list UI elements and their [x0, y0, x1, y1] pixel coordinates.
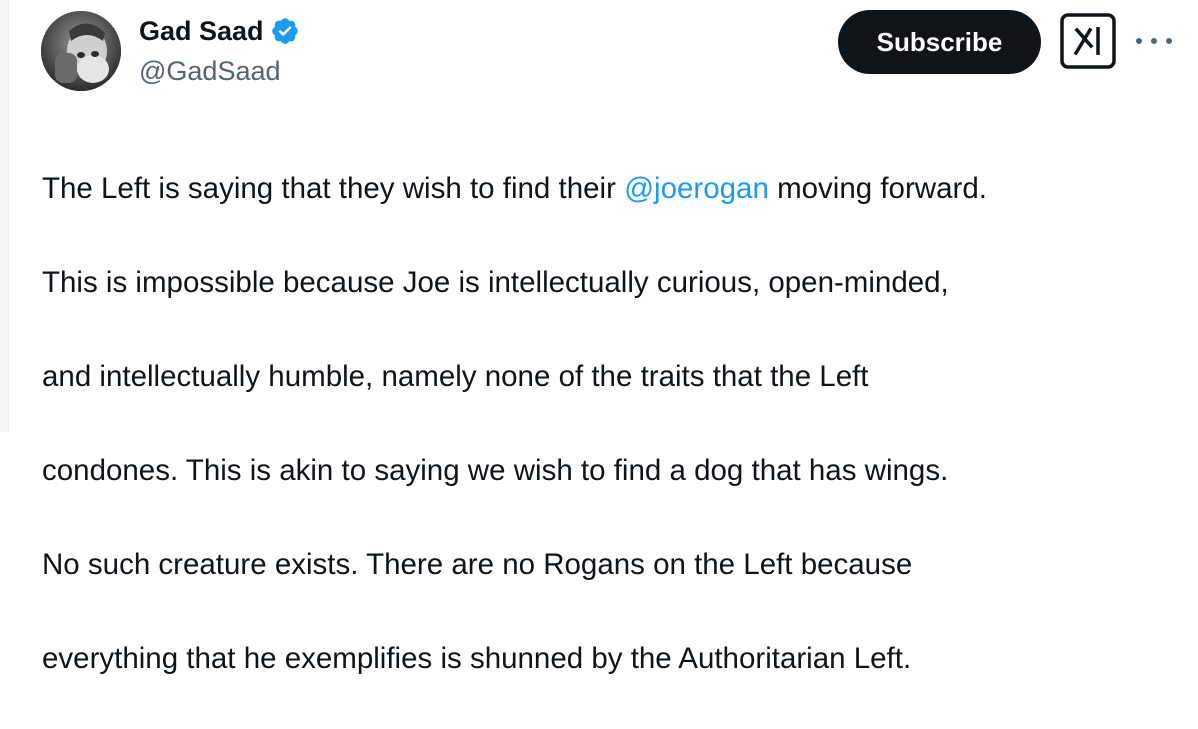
tweet-line-5: No such creature exists. There are no Ro…	[42, 548, 913, 581]
author-handle[interactable]: @GadSaad	[139, 53, 281, 89]
tweet-body: The Left is saying that they wish to fin…	[42, 118, 1182, 729]
timeline-edge	[0, 0, 9, 432]
tweet-line-2: This is impossible because Joe is intell…	[42, 266, 949, 299]
more-dots-icon[interactable]	[1136, 26, 1172, 56]
grok-icon[interactable]	[1060, 13, 1116, 69]
subscribe-button[interactable]: Subscribe	[838, 10, 1041, 74]
author-name-row[interactable]: Gad Saad	[139, 13, 300, 49]
mention-link[interactable]: @joerogan	[624, 172, 769, 205]
tweet-text-segment: The Left is saying that they wish to fin…	[42, 172, 625, 205]
tweet-line-3: and intellectually humble, namely none o…	[42, 360, 869, 393]
dot	[1136, 38, 1142, 44]
dot	[1166, 38, 1172, 44]
avatar[interactable]	[41, 11, 121, 91]
author-display-name[interactable]: Gad Saad	[139, 13, 264, 49]
tweet-line-1: The Left is saying that they wish to fin…	[42, 165, 1182, 212]
tweet-line-4: condones. This is akin to saying we wish…	[42, 454, 949, 487]
tweet-text-segment: moving forward.	[768, 172, 987, 205]
dot	[1151, 38, 1157, 44]
tweet-line-6: everything that he exemplifies is shunne…	[42, 642, 912, 675]
verified-badge-icon[interactable]	[270, 16, 300, 46]
avatar-photo	[41, 11, 121, 91]
